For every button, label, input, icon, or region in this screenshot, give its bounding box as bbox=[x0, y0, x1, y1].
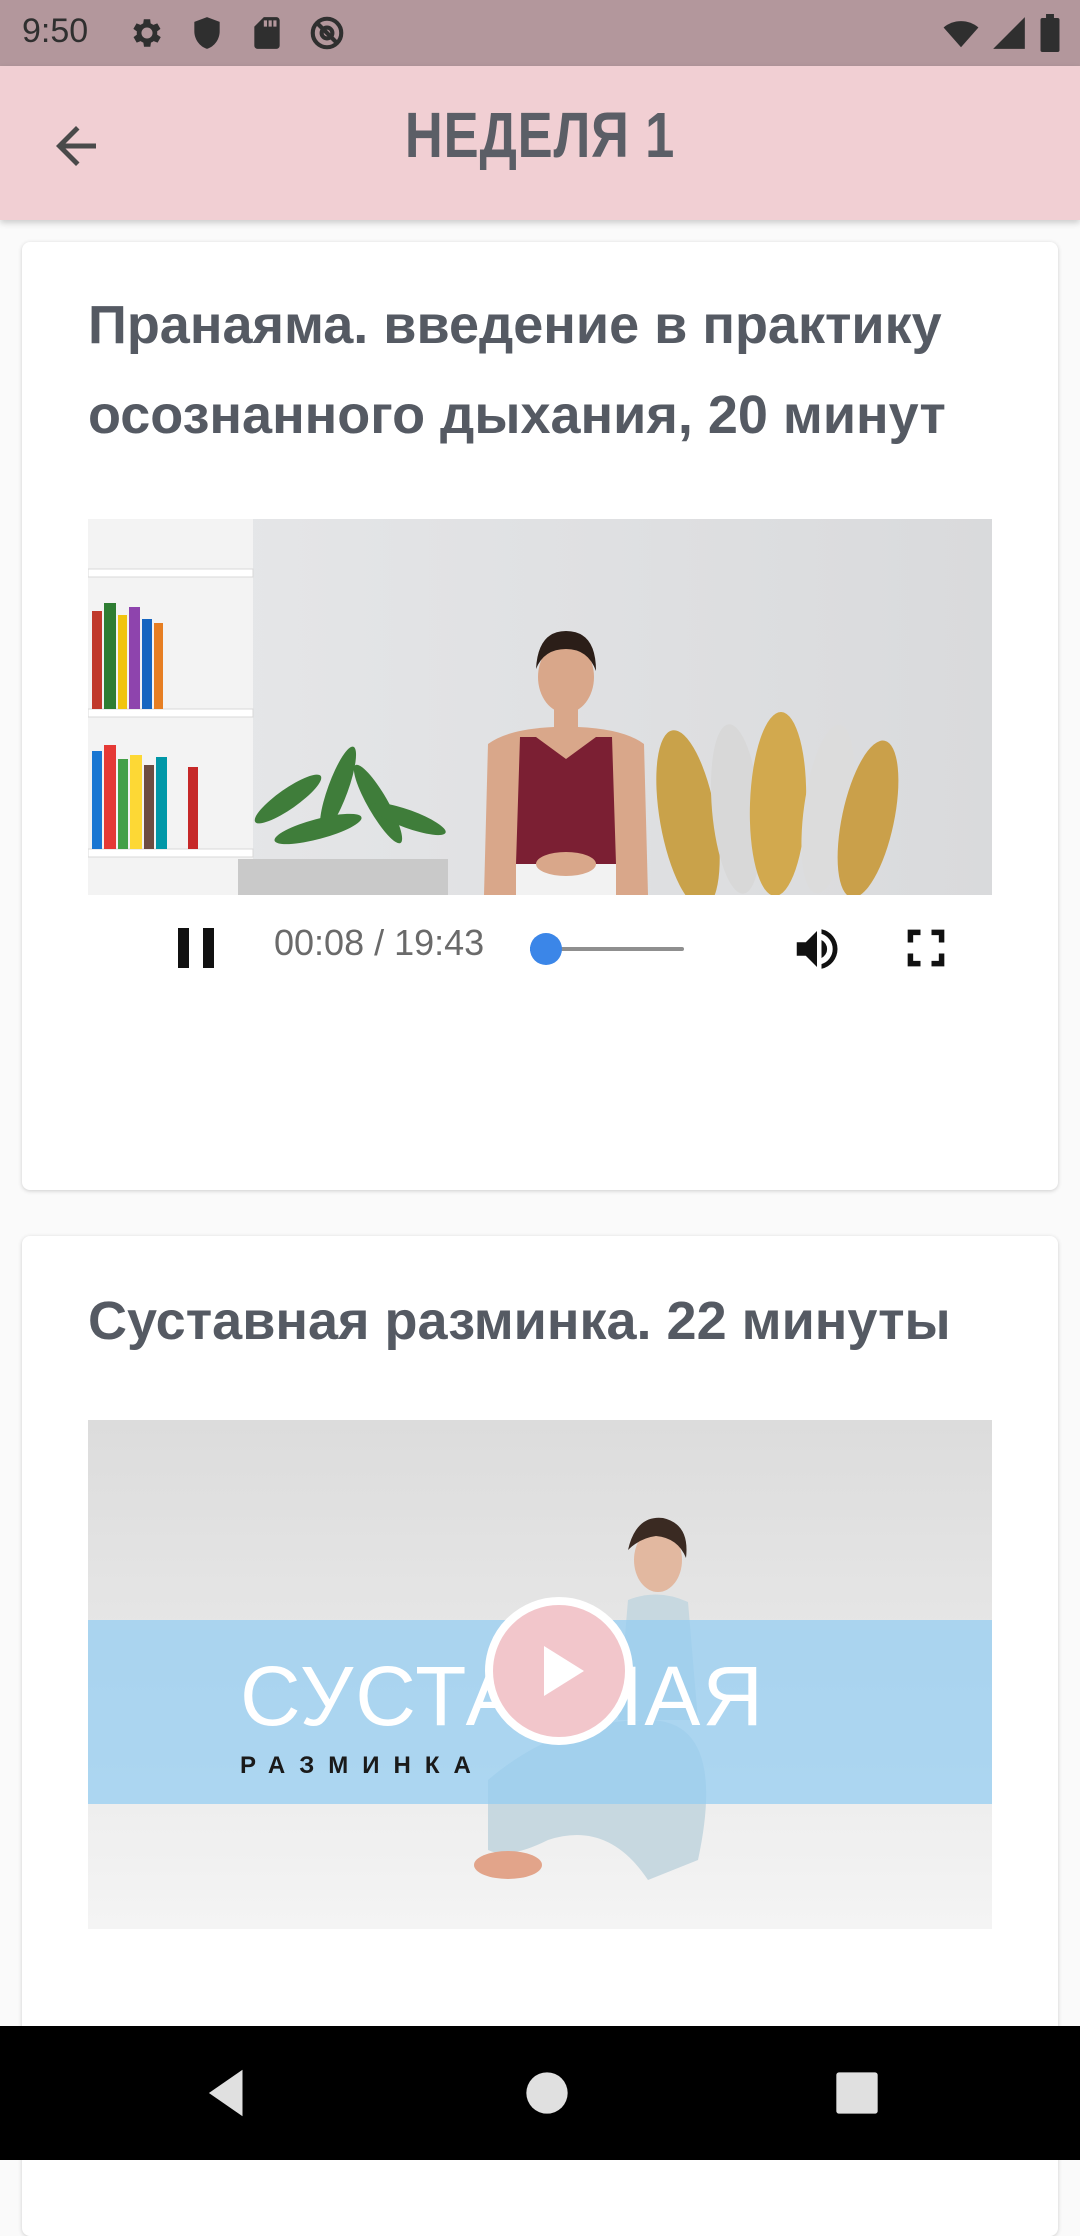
nav-back-icon[interactable] bbox=[196, 2062, 258, 2124]
pause-icon[interactable] bbox=[176, 926, 216, 970]
signal-icon bbox=[993, 17, 1025, 49]
play-icon[interactable] bbox=[484, 1596, 634, 1746]
battery-icon bbox=[1040, 14, 1060, 52]
volume-icon[interactable] bbox=[788, 922, 846, 976]
sd-card-icon bbox=[254, 17, 280, 49]
lesson-card: Пранаяма. введение в практику осознанног… bbox=[22, 242, 1058, 1190]
video-player[interactable] bbox=[88, 519, 992, 895]
video-controls: 00:08 / 19:43 bbox=[88, 898, 992, 998]
lesson-title: Суставная разминка. 22 минуты bbox=[88, 1291, 951, 1351]
wifi-icon bbox=[943, 21, 979, 48]
shield-icon bbox=[194, 17, 220, 49]
seek-thumb[interactable] bbox=[530, 933, 562, 965]
video-thumbnail[interactable]: СУСТАВНАЯ РАЗМИНКА bbox=[88, 1420, 992, 1929]
nav-home-icon[interactable] bbox=[516, 2062, 578, 2124]
fullscreen-icon[interactable] bbox=[904, 926, 948, 970]
video-time: 00:08 / 19:43 bbox=[274, 922, 485, 963]
seek-bar[interactable] bbox=[530, 933, 684, 965]
lesson-title: Пранаяма. введение в практику осознанног… bbox=[88, 295, 946, 445]
at-sign-icon bbox=[310, 16, 344, 50]
settings-icon bbox=[133, 19, 161, 47]
system-nav-bar bbox=[0, 2026, 1080, 2160]
nav-recents-icon[interactable] bbox=[826, 2062, 888, 2124]
app-bar: НЕДЕЛЯ 1 bbox=[0, 66, 1080, 220]
video-frame bbox=[88, 519, 992, 895]
page-title: НЕДЕЛЯ 1 bbox=[404, 99, 676, 171]
status-time: 9:50 bbox=[22, 12, 89, 50]
thumbnail-subtitle: РАЗМИНКА bbox=[240, 1752, 485, 1779]
status-bar: 9:50 bbox=[0, 0, 1080, 66]
